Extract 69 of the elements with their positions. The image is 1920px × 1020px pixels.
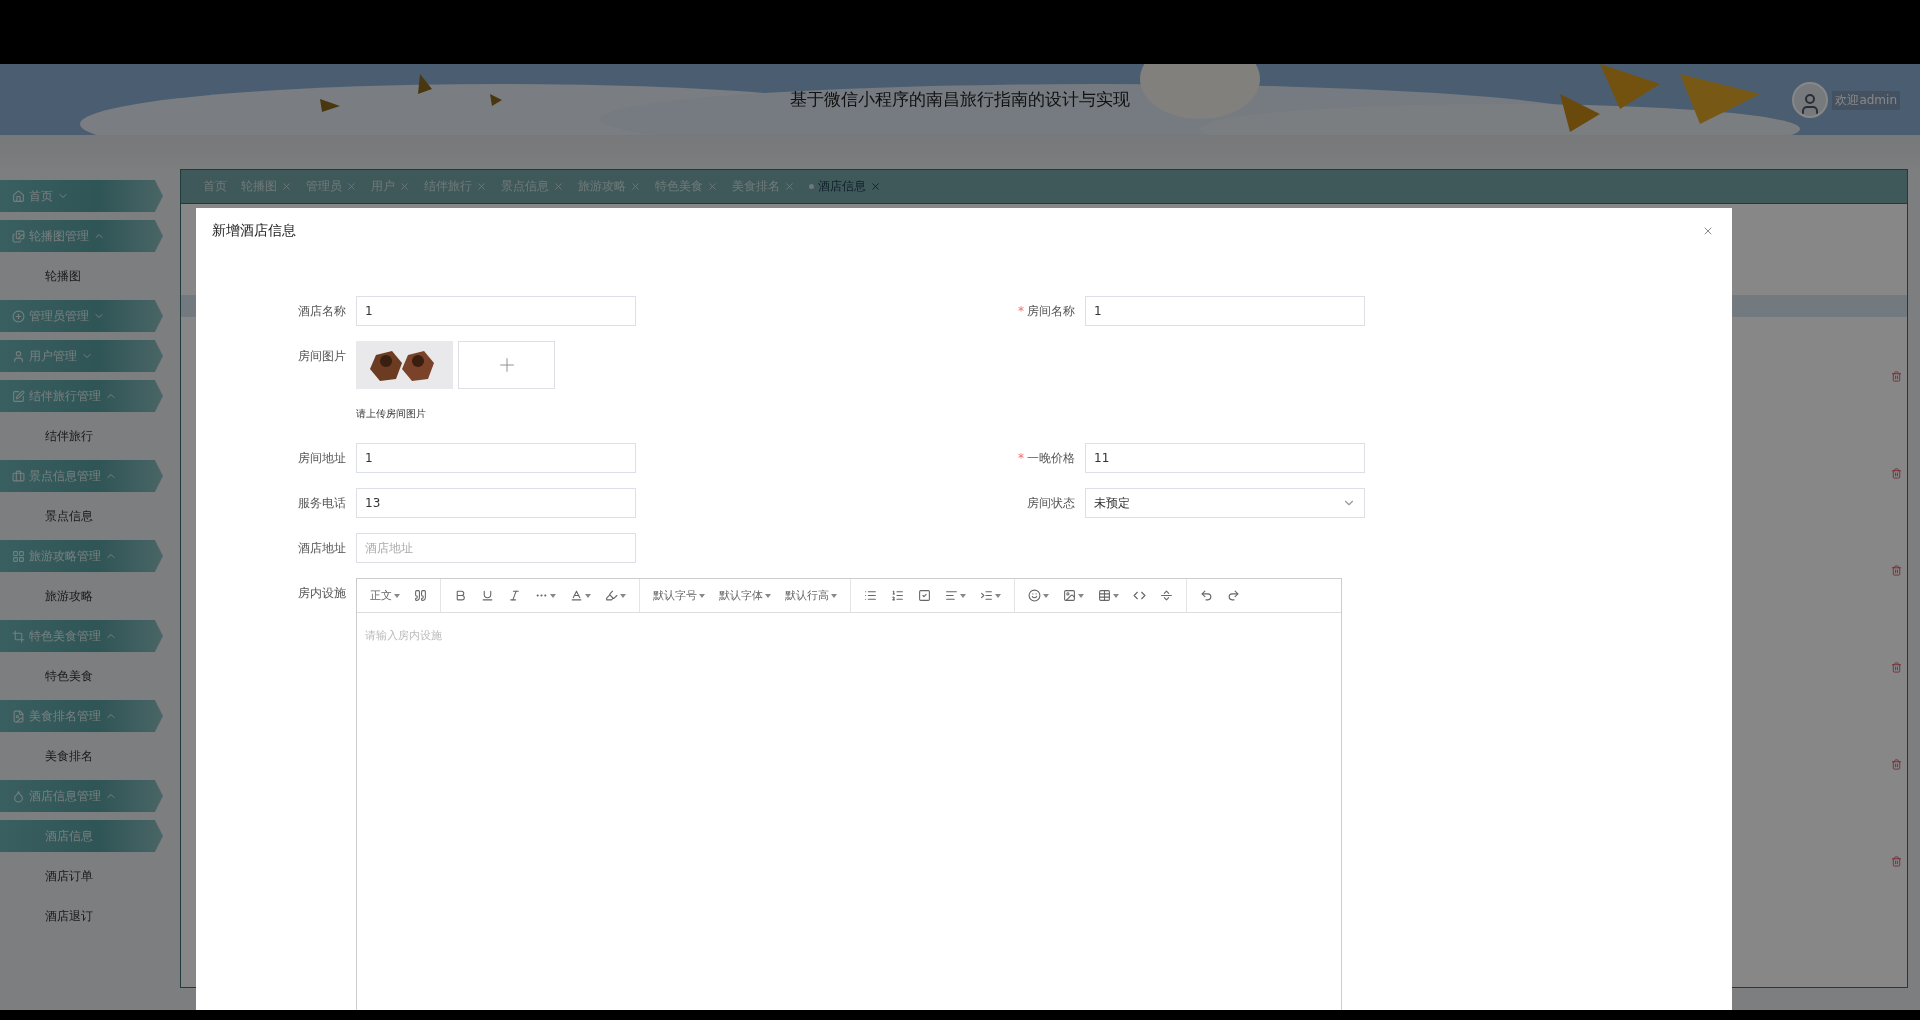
indent-icon (980, 589, 993, 602)
menu-icon (12, 549, 25, 563)
italic-icon (508, 589, 521, 602)
trash-icon[interactable] (1891, 565, 1902, 576)
menu-item[interactable]: 酒店订单 (0, 867, 93, 885)
menu-icon (12, 389, 25, 403)
menu-icon (12, 629, 25, 643)
divider-icon (1160, 589, 1173, 602)
editor-placeholder: 请输入房内设施 (364, 628, 443, 644)
menu-icon (12, 469, 25, 483)
input-field[interactable]: 1 (1085, 296, 1365, 326)
image-icon (1063, 589, 1076, 602)
field-label: 房间图片 (297, 348, 346, 365)
checkbox-icon (918, 589, 931, 602)
field-label: 服务电话 (297, 495, 346, 512)
input-field[interactable]: 1 (356, 443, 636, 473)
field-label: 酒店名称 (297, 303, 346, 320)
trash-icon[interactable] (1891, 856, 1902, 867)
toolbar-dropdown[interactable]: 默认字体 (716, 588, 774, 603)
toolbar-dropdown[interactable]: 默认字号 (650, 588, 708, 603)
field-label: 房间地址 (297, 450, 346, 467)
menu-item[interactable]: 酒店退订 (0, 907, 93, 925)
close-icon[interactable] (870, 181, 881, 192)
redo-icon (1227, 589, 1240, 602)
menu-icon (12, 189, 25, 203)
dialog-title: 新增酒店信息 (212, 222, 296, 240)
menu-icon (12, 229, 25, 243)
field-label: 酒店地址 (297, 540, 346, 557)
menu-item[interactable]: 特色美食 (0, 667, 93, 685)
menu-item[interactable]: 景点信息 (0, 507, 93, 525)
menu-icon (12, 349, 25, 363)
upload-hint: 请上传房间图片 (356, 407, 427, 421)
smile-icon (1028, 589, 1041, 602)
quote-icon (414, 589, 427, 602)
field-label: * 一晚价格 (1017, 450, 1075, 467)
numbered-list-icon (891, 589, 904, 602)
close-icon[interactable] (1702, 225, 1714, 237)
input-field[interactable]: 11 (1085, 443, 1365, 473)
page-title: 基于微信小程序的南昌旅行指南的设计与实现 (790, 88, 1130, 111)
menu-icon (12, 709, 25, 723)
menu-item[interactable]: 旅游攻略 (0, 587, 93, 605)
align-left-icon (945, 589, 958, 602)
highlight-icon (605, 589, 618, 602)
toolbar-button[interactable] (1130, 589, 1149, 602)
trash-icon[interactable] (1891, 759, 1902, 770)
bullet-list-icon (864, 589, 877, 602)
field-label: 房间状态 (1026, 495, 1075, 512)
bold-icon (454, 589, 467, 602)
menu-item[interactable]: 轮播图 (0, 267, 81, 285)
input-field[interactable]: 13 (356, 488, 636, 518)
undo-icon (1200, 589, 1213, 602)
toolbar-dropdown[interactable]: 正文 (367, 588, 403, 603)
code-icon (1133, 589, 1146, 602)
table-icon (1098, 589, 1111, 602)
underline-icon (481, 589, 494, 602)
input-field[interactable]: 酒店地址 (356, 533, 636, 563)
menu-icon (12, 789, 25, 803)
menu-icon (12, 309, 25, 323)
field-label: * 房间名称 (1017, 303, 1075, 320)
trash-icon[interactable] (1891, 662, 1902, 673)
menu-item[interactable]: 结伴旅行 (0, 427, 93, 445)
select-field[interactable]: 未预定 (1085, 488, 1365, 518)
font-color-icon (570, 589, 583, 602)
input-field[interactable]: 1 (356, 296, 636, 326)
field-label: 房内设施 (297, 585, 346, 602)
menu-item[interactable]: 美食排名 (0, 747, 93, 765)
trash-icon[interactable] (1891, 371, 1902, 382)
trash-icon[interactable] (1891, 468, 1902, 479)
toolbar-dropdown[interactable]: 默认行高 (782, 588, 840, 603)
